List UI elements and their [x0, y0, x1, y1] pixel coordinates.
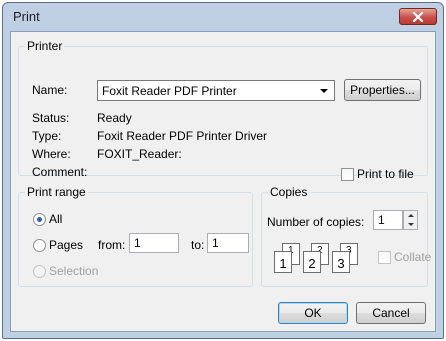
properties-button[interactable]: Properties...	[344, 79, 421, 101]
cancel-button-label: Cancel	[372, 306, 410, 320]
print-range-group: Print range All Pages from: 1 to: 1 Sele…	[18, 185, 253, 287]
page-front-1: 1	[274, 251, 292, 273]
to-page-input[interactable]: 1	[207, 233, 249, 253]
printer-name-value: Foxit Reader PDF Printer	[102, 84, 237, 98]
dialog-body: Printer Name: Foxit Reader PDF Printer P…	[10, 31, 436, 332]
from-page-input[interactable]: 1	[129, 233, 179, 253]
close-icon	[412, 11, 424, 22]
pages-radio-label[interactable]: Pages	[49, 238, 83, 252]
copies-group: Copies Number of copies: 1 1 1 2 2 3 3 C…	[261, 185, 431, 287]
cancel-button[interactable]: Cancel	[356, 302, 426, 324]
type-value: Foxit Reader PDF Printer Driver	[97, 129, 268, 143]
copies-spinner[interactable]	[403, 210, 418, 230]
selection-radio-label[interactable]: Selection	[49, 264, 98, 278]
collate-illustration: 1 1 2 2 3 3	[272, 243, 372, 275]
collate-label[interactable]: Collate	[394, 250, 431, 264]
to-label: to:	[191, 238, 205, 252]
dialog-title: Print	[13, 9, 40, 24]
printer-group: Printer Name: Foxit Reader PDF Printer P…	[18, 39, 428, 181]
properties-button-label: Properties...	[350, 83, 415, 97]
from-label: from:	[98, 238, 126, 252]
copies-input[interactable]: 1	[373, 210, 403, 230]
where-label: Where:	[32, 147, 71, 161]
status-value: Ready	[97, 111, 132, 125]
spin-up-button[interactable]	[404, 211, 417, 220]
chevron-down-icon	[320, 89, 328, 93]
from-page-value: 1	[134, 236, 141, 250]
close-button[interactable]	[399, 8, 437, 25]
pages-radio[interactable]	[33, 239, 46, 252]
status-label: Status:	[32, 111, 70, 125]
selection-radio[interactable]	[33, 265, 46, 278]
name-label: Name:	[32, 83, 68, 97]
collate-checkbox[interactable]	[378, 251, 391, 264]
print-range-group-label: Print range	[25, 185, 88, 199]
all-radio[interactable]	[33, 213, 46, 226]
printer-name-select[interactable]: Foxit Reader PDF Printer	[97, 80, 335, 101]
print-to-file-label[interactable]: Print to file	[357, 167, 414, 181]
copies-value: 1	[378, 213, 385, 227]
where-value: FOXIT_Reader:	[97, 147, 182, 161]
arrow-down-icon	[407, 223, 414, 226]
all-radio-label[interactable]: All	[49, 212, 62, 226]
type-label: Type:	[32, 129, 62, 143]
page-front-3: 3	[332, 251, 350, 273]
spin-down-button[interactable]	[404, 220, 417, 229]
ok-button-label: OK	[304, 306, 322, 320]
copies-group-label: Copies	[268, 185, 310, 199]
number-of-copies-label: Number of copies:	[267, 215, 365, 229]
print-dialog: Print Printer Name: Foxit Reader PDF Pri…	[2, 2, 444, 339]
page-front-2: 2	[303, 251, 321, 273]
arrow-up-icon	[407, 214, 414, 217]
ok-button[interactable]: OK	[278, 302, 348, 324]
print-to-file-checkbox[interactable]	[341, 168, 354, 181]
title-bar[interactable]: Print	[3, 3, 443, 31]
comment-label: Comment:	[32, 165, 88, 179]
printer-group-label: Printer	[25, 39, 65, 53]
to-page-value: 1	[212, 236, 219, 250]
